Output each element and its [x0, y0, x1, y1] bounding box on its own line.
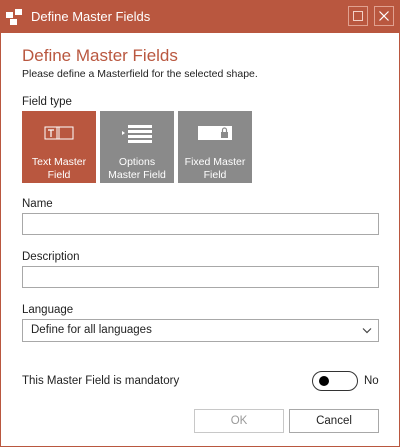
text-field-icon	[44, 126, 74, 140]
fixed-master-field-tile[interactable]: Fixed Master Field	[178, 111, 252, 183]
app-logo-icon	[6, 9, 22, 25]
description-label: Description	[22, 251, 80, 263]
ok-button[interactable]: OK	[194, 409, 284, 433]
tile-label: Options Master Field	[108, 156, 166, 181]
mandatory-toggle[interactable]	[312, 371, 358, 391]
options-master-field-tile[interactable]: Options Master Field	[100, 111, 174, 183]
close-button[interactable]	[374, 6, 394, 26]
define-master-fields-dialog: Define Master Fields Define Master Field…	[0, 0, 400, 447]
close-icon	[379, 11, 389, 21]
maximize-button[interactable]	[348, 6, 368, 26]
title-bar[interactable]: Define Master Fields	[1, 1, 399, 33]
tile-label: Fixed Master Field	[184, 156, 246, 181]
name-field[interactable]	[22, 213, 379, 235]
tile-label: Text Master Field	[31, 156, 87, 181]
description-field[interactable]	[22, 266, 379, 288]
window-title: Define Master Fields	[31, 9, 151, 24]
cancel-button[interactable]: Cancel	[289, 409, 379, 433]
language-select[interactable]: Define for all languages	[22, 319, 379, 342]
mandatory-label: This Master Field is mandatory	[22, 375, 180, 387]
locked-field-icon	[198, 126, 232, 140]
chevron-down-icon	[362, 328, 372, 334]
page-title: Define Master Fields	[22, 46, 178, 65]
toggle-knob	[319, 376, 329, 386]
options-list-icon	[122, 125, 152, 143]
page-subtitle: Please define a Masterfield for the sele…	[22, 68, 258, 80]
mandatory-state-text: No	[364, 375, 379, 387]
text-master-field-tile[interactable]: Text Master Field	[22, 111, 96, 183]
name-label: Name	[22, 198, 53, 210]
language-label: Language	[22, 304, 74, 316]
language-selected-value: Define for all languages	[31, 324, 152, 336]
field-type-label: Field type	[22, 96, 72, 108]
